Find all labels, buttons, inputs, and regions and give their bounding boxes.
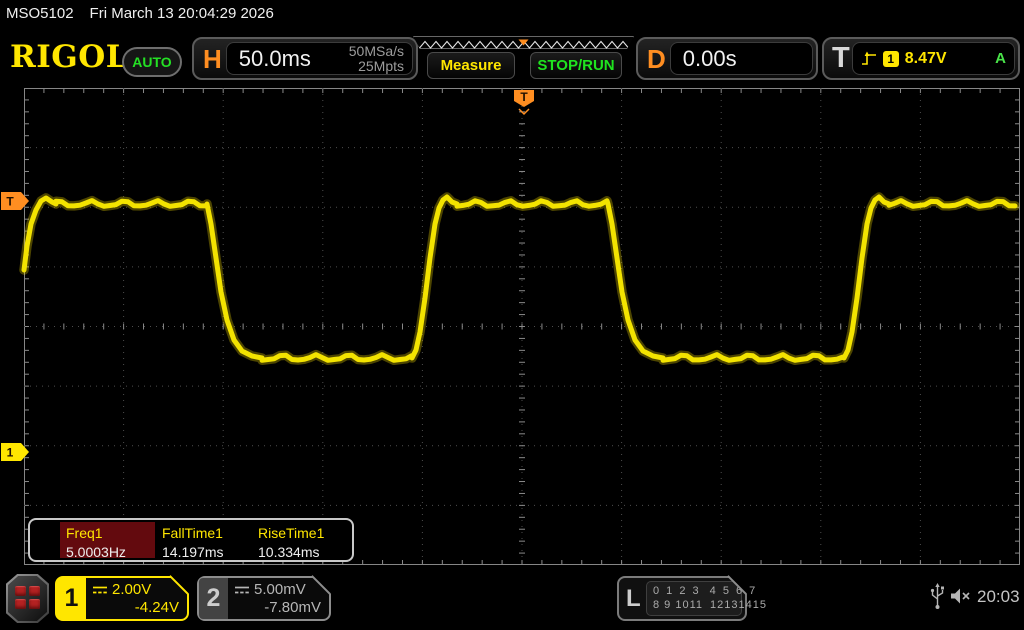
measurement-falltime1[interactable]: FallTime1 14.197ms <box>162 525 254 560</box>
horizontal-settings-block[interactable]: H 50.0ms 50MSa/s 25Mpts <box>192 37 418 80</box>
delay-panel: 0.00s <box>670 42 813 75</box>
channel-2-block[interactable]: 2 5.00mV -7.80mV <box>197 576 331 621</box>
dc-coupling-icon <box>92 585 108 595</box>
rigol-logo: RIGOL <box>10 39 128 75</box>
svg-text:T: T <box>520 90 528 104</box>
channel-2-scale: 5.00mV <box>254 581 306 598</box>
timebase-value: 50.0ms <box>227 46 311 72</box>
channel-1-number: 1 <box>57 578 86 619</box>
preview-zigzag <box>414 39 633 50</box>
horizontal-panel: 50.0ms 50MSa/s 25Mpts <box>226 42 413 75</box>
trigger-source-badge: 1 <box>883 51 899 67</box>
dc-coupling-icon <box>234 585 250 595</box>
channel-2-offset: -7.80mV <box>234 599 321 616</box>
channel-2-settings: 5.00mV -7.80mV <box>228 578 329 619</box>
measure-button[interactable]: Measure <box>427 52 515 79</box>
model-name: MSO5102 <box>6 5 74 22</box>
trigger-panel: 1 8.47V A <box>852 42 1015 75</box>
grid-menu-icon <box>15 586 40 609</box>
rising-edge-icon <box>861 51 877 67</box>
datetime: Fri March 13 20:04:29 2026 <box>90 5 274 22</box>
acquisition-mode-badge: AUTO <box>122 47 182 77</box>
channel-2-number: 2 <box>199 578 228 619</box>
stop-run-button[interactable]: STOP/RUN <box>530 52 622 79</box>
trigger-label: T <box>832 44 850 73</box>
measurement-risetime1[interactable]: RiseTime1 10.334ms <box>258 525 350 560</box>
svg-text:T: T <box>6 195 14 209</box>
logic-channels-panel: 0 1 2 34 5 6 7 8 9 101112131415 <box>646 581 742 616</box>
horizontal-label: H <box>203 46 222 72</box>
svg-text:1: 1 <box>7 446 14 460</box>
usb-icon <box>929 582 946 610</box>
logic-label: L <box>626 585 641 613</box>
channel-1-block[interactable]: 1 2.00V -4.24V <box>55 576 189 621</box>
measurement-freq1[interactable]: Freq1 5.0003Hz <box>66 525 158 560</box>
trigger-sweep-mode: A <box>995 50 1006 67</box>
trigger-level-value: 8.47V <box>905 50 947 68</box>
delay-value: 0.00s <box>671 46 737 72</box>
channel-1-scale: 2.00V <box>112 581 151 598</box>
logic-analyzer-block[interactable]: L 0 1 2 34 5 6 7 8 9 101112131415 <box>617 576 747 621</box>
waveform-preview-strip[interactable] <box>413 36 634 49</box>
delay-label: D <box>647 46 666 72</box>
speaker-muted-icon <box>950 587 973 605</box>
oscilloscope-screen: MSO5102Fri March 13 20:04:29 2026 RIGOL … <box>0 0 1024 630</box>
menu-button[interactable] <box>6 574 49 623</box>
channel-1-offset: -4.24V <box>92 599 179 616</box>
measurement-results-box[interactable]: Freq1 5.0003Hz FallTime1 14.197ms RiseTi… <box>28 518 354 562</box>
delay-block[interactable]: D 0.00s <box>636 37 818 80</box>
titlebar: MSO5102 Fri March 13 20:04:29 2026 <box>6 5 274 22</box>
channel-1-settings: 2.00V -4.24V <box>86 578 187 619</box>
trigger-block[interactable]: T 1 8.47V A <box>822 37 1020 80</box>
system-clock: 20:03 <box>977 587 1020 607</box>
sample-rate: 50MSa/s 25Mpts <box>349 44 412 74</box>
